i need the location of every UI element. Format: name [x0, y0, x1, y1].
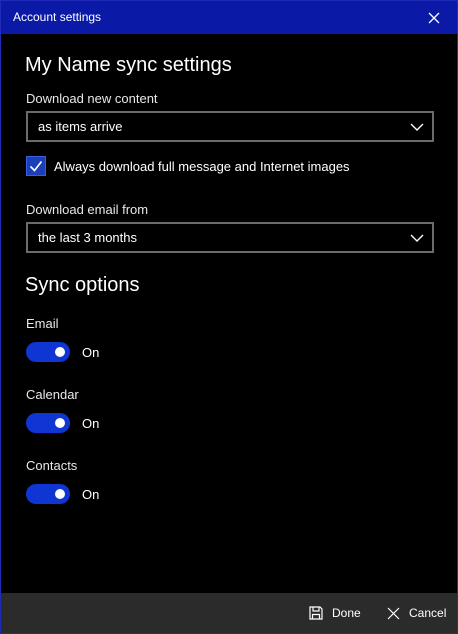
- download-email-from-label: Download email from: [26, 202, 149, 217]
- close-icon: [387, 607, 400, 620]
- cancel-label: Cancel: [409, 606, 447, 620]
- checkmark-icon: [29, 161, 43, 172]
- email-sync-toggle[interactable]: [26, 342, 70, 362]
- close-button[interactable]: [411, 1, 457, 34]
- account-settings-window: Account settings My Name sync settings D…: [0, 0, 458, 634]
- save-icon: [309, 606, 323, 620]
- window-title: Account settings: [13, 10, 102, 24]
- close-icon: [428, 12, 440, 23]
- sync-settings-heading: My Name sync settings: [25, 54, 232, 76]
- download-new-content-label: Download new content: [26, 91, 158, 106]
- chevron-down-icon: [410, 123, 424, 131]
- calendar-sync-label: Calendar: [26, 387, 79, 402]
- download-new-content-dropdown[interactable]: as items arrive: [26, 111, 434, 142]
- contacts-sync-toggle[interactable]: [26, 484, 70, 504]
- dialog-footer: Done Cancel: [1, 593, 457, 633]
- contacts-sync-state: On: [82, 487, 100, 502]
- calendar-sync-state: On: [82, 416, 100, 431]
- email-sync-state: On: [82, 345, 100, 360]
- download-email-from-value: the last 3 months: [38, 230, 137, 245]
- sync-options-heading: Sync options: [25, 274, 140, 296]
- chevron-down-icon: [410, 234, 424, 242]
- toggle-knob: [55, 347, 65, 357]
- title-bar: Account settings: [1, 1, 457, 34]
- contacts-sync-label: Contacts: [26, 458, 78, 473]
- toggle-knob: [55, 489, 65, 499]
- done-button[interactable]: Done: [309, 593, 361, 633]
- toggle-knob: [55, 418, 65, 428]
- always-download-full-label: Always download full message and Interne…: [54, 159, 350, 174]
- download-email-from-dropdown[interactable]: the last 3 months: [26, 222, 434, 253]
- done-label: Done: [332, 606, 361, 620]
- download-new-content-value: as items arrive: [38, 119, 123, 134]
- always-download-full-checkbox[interactable]: [26, 156, 46, 176]
- cancel-button[interactable]: Cancel: [387, 593, 446, 633]
- email-sync-label: Email: [26, 316, 59, 331]
- calendar-sync-toggle[interactable]: [26, 413, 70, 433]
